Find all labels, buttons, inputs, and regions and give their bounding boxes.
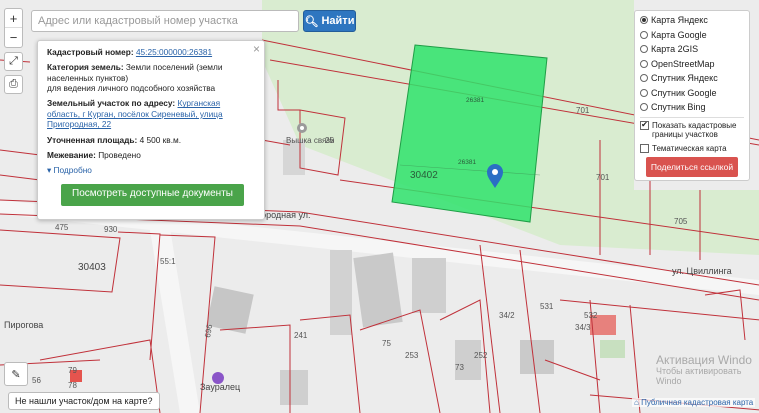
- label-34-3: 34/3: [575, 323, 591, 332]
- fullscreen-icon[interactable]: ⤢: [4, 52, 23, 71]
- caret-down-icon: ▾: [47, 165, 52, 176]
- area-value: 4 500 кв.м.: [139, 134, 182, 145]
- radio-button[interactable]: [640, 30, 648, 39]
- layer-switcher: Карта Яндекс Карта Google Карта 2GIS OpenSt…: [634, 10, 750, 181]
- building: [283, 140, 305, 175]
- label-street-pirogova: Пирогова: [4, 320, 43, 330]
- layer-option-label: Карта 2GIS: [651, 44, 699, 55]
- label-701: 701: [576, 106, 590, 115]
- ruler-icon[interactable]: ✎: [4, 362, 28, 386]
- tower-icon: [297, 123, 307, 133]
- radio-button[interactable]: [640, 45, 648, 54]
- zoom-control: + −: [4, 8, 23, 48]
- layer-option[interactable]: OpenStreetMap: [640, 57, 744, 72]
- thematic-label: Тематическая карта: [652, 143, 727, 153]
- label-253: 253: [405, 351, 419, 360]
- label-street-prigorodnaya: городная ул.: [258, 210, 311, 220]
- not-found-button[interactable]: Не нашли участок/дом на карте?: [8, 392, 160, 410]
- layer-option[interactable]: Карта 2GIS: [640, 42, 744, 57]
- radio-button[interactable]: [640, 103, 648, 112]
- show-boundaries-option[interactable]: ✔ Показать кадастровые границы участков: [640, 120, 744, 140]
- parcel-info-popup: × Кадастровый номер: 45:25:000000:26381 …: [37, 40, 265, 220]
- label-55-1: 55:1: [160, 257, 176, 266]
- cadnum-link[interactable]: 45:25:000000:26381: [136, 47, 212, 57]
- label-street-tsvillinga: ул. Цвиллинга: [672, 266, 732, 276]
- search-button-label: Найти: [321, 15, 355, 27]
- search-button[interactable]: 🔍︎ Найти: [303, 10, 356, 32]
- building: [280, 370, 308, 405]
- label-252: 252: [474, 351, 488, 360]
- layer-option[interactable]: Спутник Яндекс: [640, 71, 744, 86]
- building: [455, 340, 481, 380]
- more-label: Подробно: [53, 165, 92, 176]
- label-701-b: 701: [596, 173, 610, 182]
- layer-option-label: Спутник Google: [651, 87, 717, 98]
- windows-activation-watermark: Активация Windo Чтобы активировать Windo: [656, 353, 759, 387]
- label-block-30403: 30403: [78, 262, 106, 273]
- address-label: Земельный участок по адресу:: [47, 98, 176, 109]
- label-34-2: 34/2: [499, 311, 515, 320]
- search-icon: 🔍︎: [304, 15, 319, 28]
- close-icon[interactable]: ×: [253, 42, 260, 57]
- zoom-in-button[interactable]: +: [5, 9, 22, 28]
- zoom-out-button[interactable]: −: [5, 28, 22, 47]
- layer-option[interactable]: Карта Яндекс: [640, 13, 744, 28]
- layer-option-label: OpenStreetMap: [651, 58, 715, 69]
- search-placeholder: Адрес или кадастровый номер участка: [38, 15, 238, 27]
- layer-option-label: Карта Яндекс: [651, 15, 708, 26]
- radio-button[interactable]: [640, 16, 648, 25]
- watermark-sub: Чтобы активировать Windo: [656, 366, 742, 387]
- label-930: 930: [104, 225, 118, 234]
- selected-parcel[interactable]: [391, 44, 548, 223]
- search-input[interactable]: Адрес или кадастровый номер участка: [31, 10, 299, 32]
- label-block-30402: 30402: [410, 170, 438, 181]
- area-label: Уточненная площадь:: [47, 134, 138, 145]
- layer-option[interactable]: Спутник Bing: [640, 100, 744, 115]
- label-store: Зауралец: [200, 382, 240, 392]
- layer-option[interactable]: Спутник Google: [640, 86, 744, 101]
- thematic-option[interactable]: Тематическая карта: [640, 143, 744, 154]
- attribution-label: Публичная кадастровая карта: [641, 398, 754, 407]
- layer-option-label: Спутник Bing: [651, 102, 706, 113]
- share-link-button[interactable]: Поделиться ссылкой: [646, 157, 738, 178]
- attribution-link[interactable]: ⌂ Публичная кадастровая карта: [632, 398, 756, 407]
- building: [412, 258, 446, 313]
- more-link[interactable]: ▾ Подробно: [47, 165, 255, 175]
- view-documents-button[interactable]: Посмотреть доступные документы: [61, 183, 244, 206]
- label-531: 531: [540, 302, 554, 311]
- survey-value: Проведено: [98, 149, 141, 160]
- survey-label: Межевание:: [47, 149, 96, 160]
- show-boundaries-label: Показать кадастровые границы участков: [652, 120, 737, 140]
- radio-button[interactable]: [640, 88, 648, 97]
- label-705: 705: [674, 217, 688, 226]
- show-boundaries-checkbox[interactable]: ✔: [640, 120, 649, 130]
- layer-option-label: Карта Google: [651, 29, 707, 40]
- label-56: 56: [32, 376, 41, 385]
- layer-option[interactable]: Карта Google: [640, 28, 744, 43]
- label-25: 25: [325, 136, 334, 145]
- radio-button[interactable]: [640, 59, 648, 68]
- label-parcel-26381: 26381: [466, 97, 484, 104]
- label-78: 78: [68, 381, 77, 390]
- label-241: 241: [294, 331, 308, 340]
- label-75: 75: [382, 339, 391, 348]
- garden: [600, 340, 625, 358]
- category-value-2: для ведения личного подсобного хозяйства: [47, 83, 216, 94]
- cadnum-label: Кадастровый номер:: [47, 47, 134, 57]
- thematic-checkbox[interactable]: [640, 143, 649, 153]
- category-label: Категория земель:: [47, 62, 124, 73]
- label-475: 475: [55, 223, 69, 232]
- label-79: 79: [68, 366, 77, 375]
- building: [520, 340, 554, 374]
- label-73: 73: [455, 363, 464, 372]
- layer-option-label: Спутник Яндекс: [651, 73, 718, 84]
- label-532: 532: [584, 311, 598, 320]
- attribution-icon: ⌂: [634, 398, 639, 407]
- building: [330, 250, 352, 335]
- radio-button[interactable]: [640, 74, 648, 83]
- print-icon[interactable]: ⎙: [4, 75, 23, 94]
- label-parcel-26381-b: 26381: [458, 159, 476, 166]
